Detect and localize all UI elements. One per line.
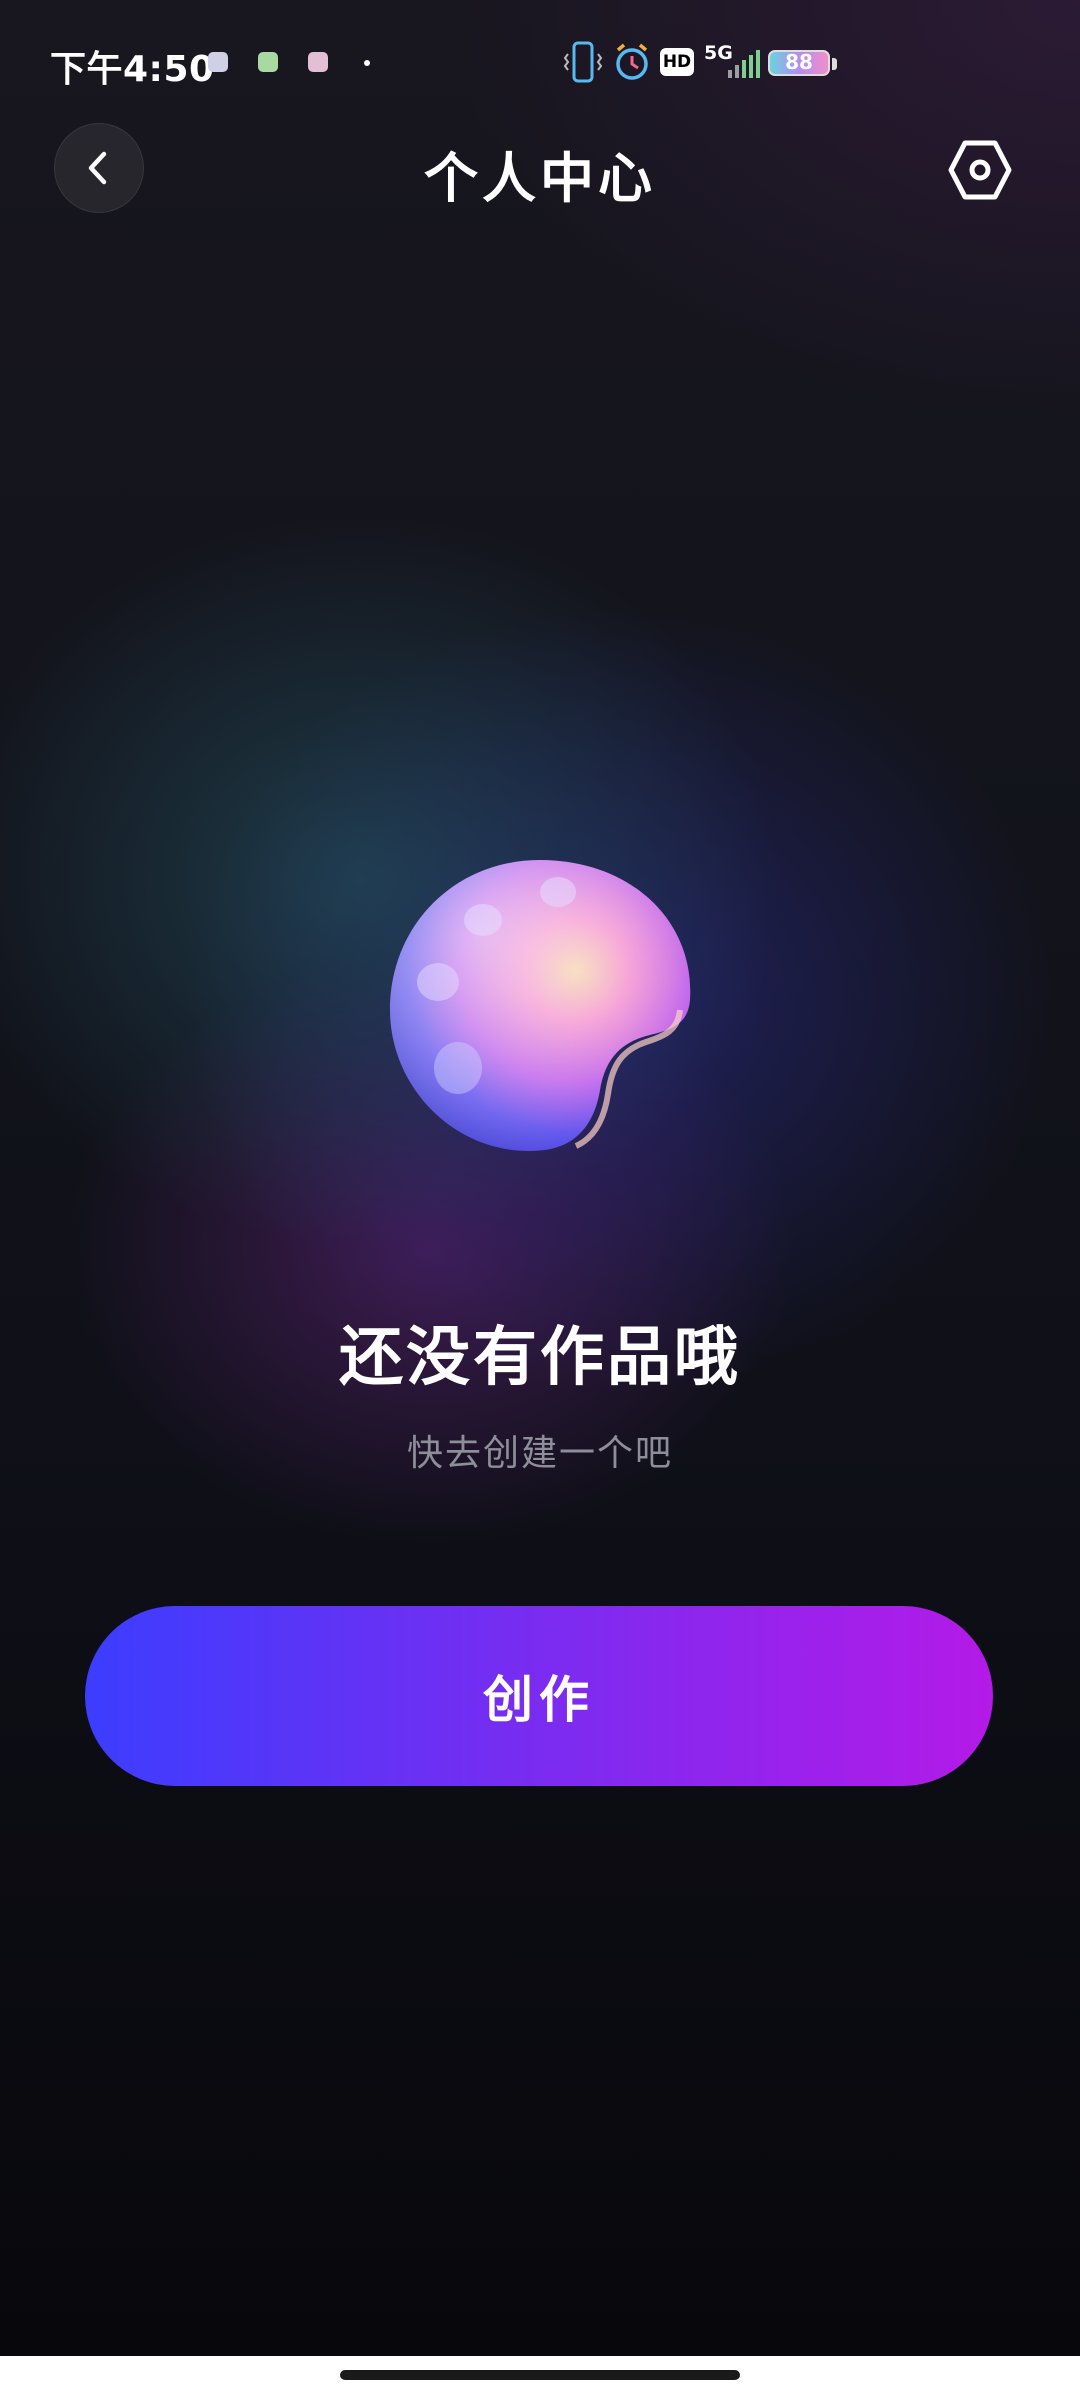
status-bar: 下午4:50 HD 5G 88 (0, 0, 1080, 120)
battery-icon: 88 (768, 50, 830, 76)
home-indicator[interactable] (340, 2370, 740, 2380)
empty-state-subtitle: 快去创建一个吧 (406, 1433, 673, 1474)
battery-level: 88 (785, 50, 813, 74)
background (0, 0, 1080, 2356)
settings-button[interactable] (944, 134, 1016, 206)
page-title: 个人中心 (424, 147, 656, 210)
palette-icon (390, 860, 691, 1151)
alarm-icon (616, 43, 648, 80)
notification-icon (308, 52, 328, 72)
gear-hexagon-icon (948, 140, 1012, 200)
vibrate-icon (563, 41, 603, 83)
more-notifications-dot (364, 60, 370, 66)
empty-state-title: 还没有作品哦 (339, 1321, 741, 1395)
battery-cap (832, 58, 837, 70)
status-time: 下午4:50 (50, 49, 215, 90)
signal-icon (728, 50, 760, 78)
notification-icon (208, 52, 228, 72)
create-button[interactable]: 创作 (85, 1606, 993, 1786)
hd-badge: HD (660, 48, 694, 76)
notification-icon (258, 52, 278, 72)
